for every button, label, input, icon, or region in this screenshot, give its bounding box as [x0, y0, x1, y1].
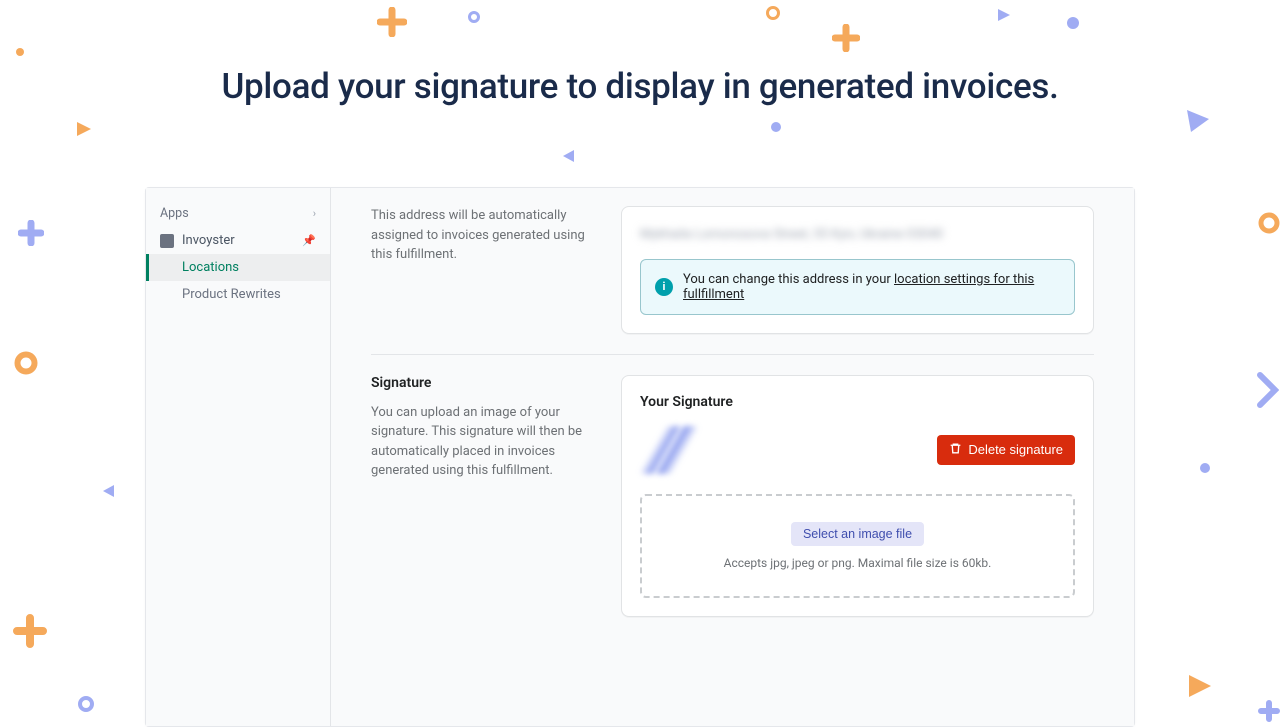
sidebar-item-label: Product Rewrites — [182, 287, 281, 302]
info-text: You can change this address in your loca… — [683, 272, 1060, 302]
app-window: Apps › Invoyster 📌 Locations Product Rew… — [145, 187, 1135, 727]
app-icon — [160, 234, 174, 248]
address-preview: Mykhaila Lomonosova Street, 55 Kyiv, Ukr… — [640, 225, 1075, 245]
signature-card-title: Your Signature — [640, 394, 1075, 410]
signature-description: You can upload an image of your signatur… — [371, 403, 591, 481]
sidebar-item-product-rewrites[interactable]: Product Rewrites — [146, 281, 330, 308]
sidebar-item-label: Locations — [182, 260, 239, 275]
address-card: Mykhaila Lomonosova Street, 55 Kyiv, Ukr… — [621, 206, 1094, 334]
info-banner: i You can change this address in your lo… — [640, 259, 1075, 315]
delete-signature-button[interactable]: Delete signature — [937, 435, 1075, 465]
delete-button-label: Delete signature — [968, 442, 1063, 457]
upload-hint: Accepts jpg, jpeg or png. Maximal file s… — [652, 556, 1063, 570]
chevron-right-icon: › — [313, 207, 316, 220]
sidebar-app-label: Invoyster — [182, 233, 235, 248]
sidebar-heading-label: Apps — [160, 206, 189, 221]
address-description: This address will be automatically assig… — [371, 206, 591, 265]
page-title: Upload your signature to display in gene… — [0, 0, 1280, 137]
sidebar-item-locations[interactable]: Locations — [146, 254, 330, 281]
address-section: This address will be automatically assig… — [371, 206, 1094, 355]
signature-card: Your Signature Delete signature Select a… — [621, 375, 1094, 617]
upload-dropzone[interactable]: Select an image file Accepts jpg, jpeg o… — [640, 494, 1075, 598]
pin-icon[interactable]: 📌 — [302, 234, 316, 247]
sidebar-apps-heading[interactable]: Apps › — [146, 200, 330, 227]
sidebar: Apps › Invoyster 📌 Locations Product Rew… — [146, 188, 331, 726]
sidebar-app-invoyster[interactable]: Invoyster 📌 — [146, 227, 330, 254]
info-icon: i — [655, 278, 673, 296]
main-content: This address will be automatically assig… — [331, 188, 1134, 726]
select-file-button[interactable]: Select an image file — [791, 522, 924, 546]
signature-section: Signature You can upload an image of you… — [371, 375, 1094, 637]
signature-preview-image — [640, 426, 698, 474]
signature-title: Signature — [371, 375, 591, 391]
trash-icon — [949, 442, 962, 458]
